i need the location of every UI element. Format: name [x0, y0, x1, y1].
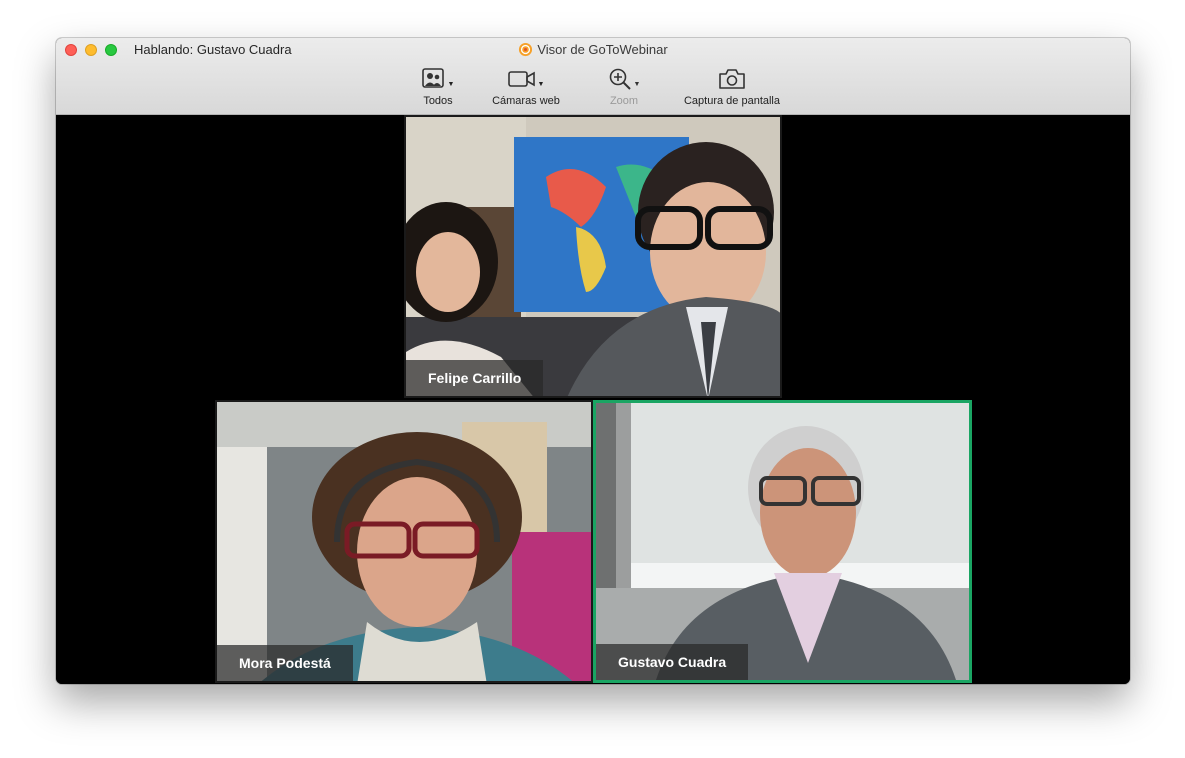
- dropdown-caret-icon: ▼: [633, 80, 641, 88]
- zoom-in-icon: [609, 68, 631, 90]
- participant-name-badge: Mora Podestá: [217, 645, 353, 681]
- video-stage: Felipe Carrillo Mora Podestá Gustavo Cua…: [56, 115, 1130, 684]
- dropdown-caret-icon: ▼: [537, 80, 545, 88]
- video-tile-felipe-carrillo[interactable]: Felipe Carrillo: [404, 115, 782, 398]
- participant-name-badge: Felipe Carrillo: [406, 360, 544, 396]
- video-tile-mora-podesta[interactable]: Mora Podestá: [215, 400, 593, 683]
- screenshot-label: Captura de pantalla: [683, 95, 780, 107]
- gotowebinar-logo-icon: [519, 42, 533, 57]
- webcams-button[interactable]: ▼ Cámaras web: [486, 66, 566, 112]
- window-title-text: Visor de GoToWebinar: [537, 42, 668, 57]
- video-tile-gustavo-cuadra[interactable]: Gustavo Cuadra: [593, 400, 972, 683]
- title-bar: Hablando: Gustavo Cuadra Visor de GoToWe…: [56, 38, 1130, 115]
- zoom-button[interactable]: ▼ Zoom: [601, 66, 647, 112]
- todos-view-button[interactable]: ▼ Todos: [413, 66, 463, 112]
- webcam-icon: [507, 71, 535, 87]
- video-feed-felipe-carrillo: [406, 117, 780, 396]
- screenshot-button[interactable]: Captura de pantalla: [676, 66, 788, 112]
- camera-icon: [719, 69, 745, 89]
- video-feed-mora-podesta: [217, 402, 591, 681]
- participant-name-badge: Gustavo Cuadra: [596, 644, 749, 680]
- gotowebinar-viewer-window: Hablando: Gustavo Cuadra Visor de GoToWe…: [56, 38, 1130, 684]
- window-title: Visor de GoToWebinar: [56, 42, 1130, 57]
- webcams-label: Cámaras web: [492, 95, 560, 107]
- people-grid-icon: [421, 68, 444, 88]
- dropdown-caret-icon: ▼: [447, 80, 455, 88]
- todos-label: Todos: [423, 95, 453, 107]
- zoom-label: Zoom: [609, 95, 639, 107]
- video-feed-gustavo-cuadra: [596, 403, 969, 680]
